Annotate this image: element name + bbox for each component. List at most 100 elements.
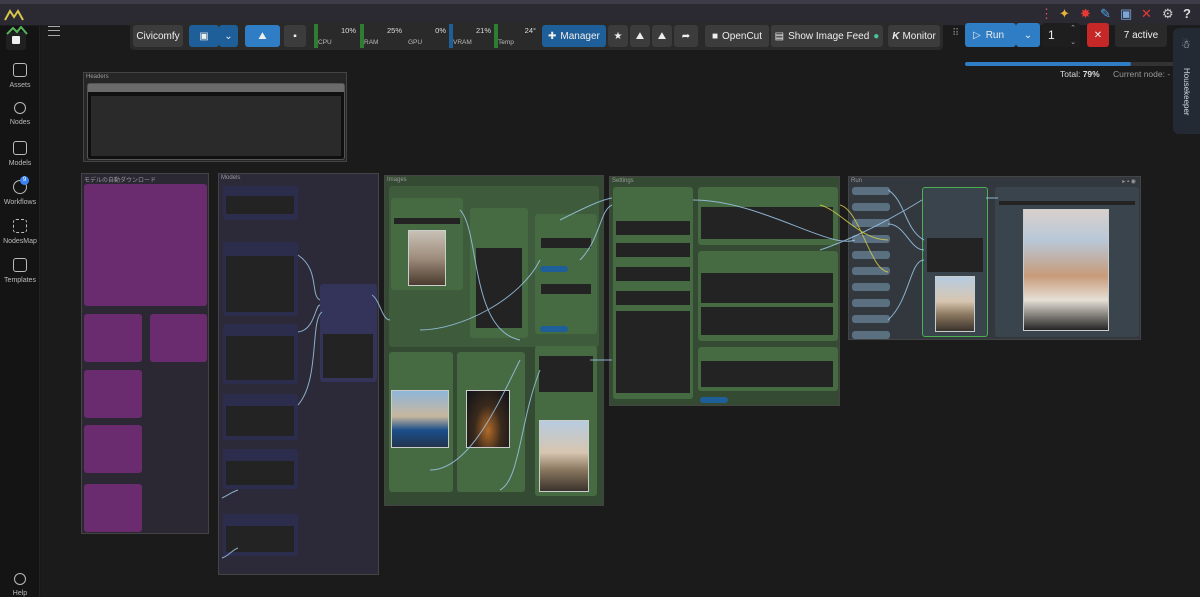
node-widget[interactable] (616, 267, 690, 281)
reroute-node[interactable] (852, 267, 890, 275)
node-widget[interactable] (701, 307, 833, 335)
node-widgets[interactable] (226, 196, 294, 214)
purple-node[interactable] (150, 314, 207, 362)
save-image-node[interactable] (535, 346, 597, 496)
group-models[interactable]: Models (218, 173, 379, 575)
comfy-logo-icon[interactable] (3, 26, 31, 50)
reroute-node[interactable] (852, 187, 890, 195)
sidebar-item-assets[interactable]: Assets (0, 63, 40, 89)
note-text-area[interactable] (91, 96, 341, 156)
extension-screen-icon[interactable]: ▣ (1120, 7, 1132, 21)
extension-burst-icon[interactable]: ✸ (1080, 7, 1091, 21)
node-widget[interactable] (394, 218, 460, 224)
group-controls-icon[interactable]: ▸ ▪ ◉ (1122, 178, 1136, 185)
load-image-node[interactable] (391, 198, 463, 290)
group-run[interactable]: Run ▸ ▪ ◉ (848, 176, 1141, 340)
drag-handle-icon[interactable]: ⠿ (952, 28, 959, 39)
sidebar-item-nodes[interactable]: Nodes (0, 102, 40, 126)
node-widgets[interactable] (541, 284, 591, 294)
sidebar-item-templates[interactable]: Templates (0, 258, 40, 284)
favorite-button[interactable]: ★ (608, 25, 628, 47)
load-image-node[interactable] (389, 352, 453, 492)
extension-sparkle-icon[interactable]: ✦ (1059, 7, 1070, 21)
workspace-button[interactable]: Civicomfy (133, 25, 183, 47)
sidebar-item-nodesmap[interactable]: NodesMap (0, 219, 40, 245)
increment-icon[interactable]: ⌃ (1070, 24, 1076, 32)
node-widgets[interactable] (616, 311, 690, 393)
tool-b-button[interactable]: ⛰ (652, 25, 672, 47)
model-loader-node[interactable] (223, 449, 298, 489)
node-widgets[interactable] (226, 406, 294, 436)
reroute-node[interactable] (852, 251, 890, 259)
extension-close-icon[interactable]: ✕ (1141, 7, 1152, 21)
active-queue-button[interactable]: 7 active (1115, 23, 1167, 47)
share-button[interactable]: ➦ (674, 25, 698, 47)
preview-image-node[interactable] (995, 187, 1139, 337)
node-widget[interactable] (616, 243, 690, 257)
reroute-node[interactable] (852, 283, 890, 291)
node-widget[interactable] (701, 207, 833, 239)
monitor-button[interactable]: K Monitor (888, 25, 940, 47)
sidebar-item-workflows[interactable]: 9 Workflows (0, 176, 40, 206)
image-process-node[interactable] (535, 214, 597, 334)
settings-node[interactable] (698, 347, 838, 391)
settings-node[interactable] (698, 187, 838, 245)
interrupt-button[interactable]: ✕ (1087, 23, 1109, 47)
image-resize-node[interactable] (470, 208, 528, 338)
primitive-node[interactable] (540, 266, 568, 272)
node-widget[interactable] (701, 273, 833, 303)
purple-node[interactable] (84, 425, 142, 473)
opencut-button[interactable]: ■ OpenCut (705, 25, 769, 47)
node-widgets[interactable] (226, 526, 294, 552)
decrement-icon[interactable]: ⌄ (1070, 38, 1076, 46)
group-settings[interactable]: Settings (609, 176, 840, 406)
lora-stack-node[interactable] (320, 284, 377, 382)
node-widgets[interactable] (476, 248, 522, 328)
reroute-node[interactable] (852, 331, 890, 339)
group-model-download[interactable]: モデルの自動ダウンロード (81, 173, 209, 534)
headers-note-node[interactable] (87, 83, 345, 160)
group-headers[interactable]: Headers (83, 72, 347, 162)
purple-node[interactable] (84, 370, 142, 418)
comfy-mountain-button[interactable]: ⛰ (245, 25, 280, 47)
primitive-node[interactable] (700, 397, 728, 403)
show-image-feed-button[interactable]: ▤ Show Image Feed ● (771, 25, 883, 47)
purple-node[interactable] (84, 484, 142, 532)
sidebar-item-models[interactable]: Models (0, 141, 40, 167)
node-widget[interactable] (701, 361, 833, 387)
model-loader-node[interactable] (223, 514, 298, 556)
settings-node[interactable] (613, 187, 693, 399)
manager-button[interactable]: ✚ Manager (542, 25, 606, 47)
model-loader-node[interactable] (223, 324, 298, 384)
settings-node[interactable] (698, 251, 838, 341)
node-widgets[interactable] (927, 238, 983, 272)
node-widgets[interactable] (323, 334, 373, 378)
settings-gear-icon[interactable]: ⚙ (1162, 7, 1174, 21)
reroute-node[interactable] (852, 235, 890, 243)
primitive-node[interactable] (540, 326, 568, 332)
node-widgets[interactable] (226, 461, 294, 485)
purple-node[interactable] (84, 314, 142, 362)
reroute-node[interactable] (852, 219, 890, 227)
group-images[interactable]: Images (384, 175, 604, 506)
extension-more-icon[interactable]: ⋮ (1040, 7, 1053, 21)
queue-mode-button[interactable]: ▣ (189, 25, 219, 47)
node-widget[interactable] (616, 291, 690, 305)
model-loader-node[interactable] (223, 242, 298, 316)
node-widgets[interactable] (226, 256, 294, 312)
reroute-node[interactable] (852, 315, 890, 323)
reroute-node[interactable] (852, 299, 890, 307)
help-question-icon[interactable]: ? (1183, 7, 1191, 21)
load-image-node[interactable] (457, 352, 525, 492)
extension-pen-icon[interactable]: ✎ (1100, 7, 1111, 21)
run-options-dropdown[interactable]: ⌄ (1016, 23, 1040, 47)
node-widget[interactable] (616, 221, 690, 235)
model-loader-node[interactable] (223, 394, 298, 440)
bookmark-button[interactable]: ▪ (284, 25, 306, 47)
node-widgets[interactable] (539, 356, 593, 392)
hamburger-menu-icon[interactable] (48, 26, 60, 36)
run-button[interactable]: ▷ Run (965, 23, 1016, 47)
node-widgets[interactable] (226, 336, 294, 380)
ksampler-node-active[interactable] (922, 187, 988, 337)
node-widget[interactable] (999, 201, 1135, 205)
